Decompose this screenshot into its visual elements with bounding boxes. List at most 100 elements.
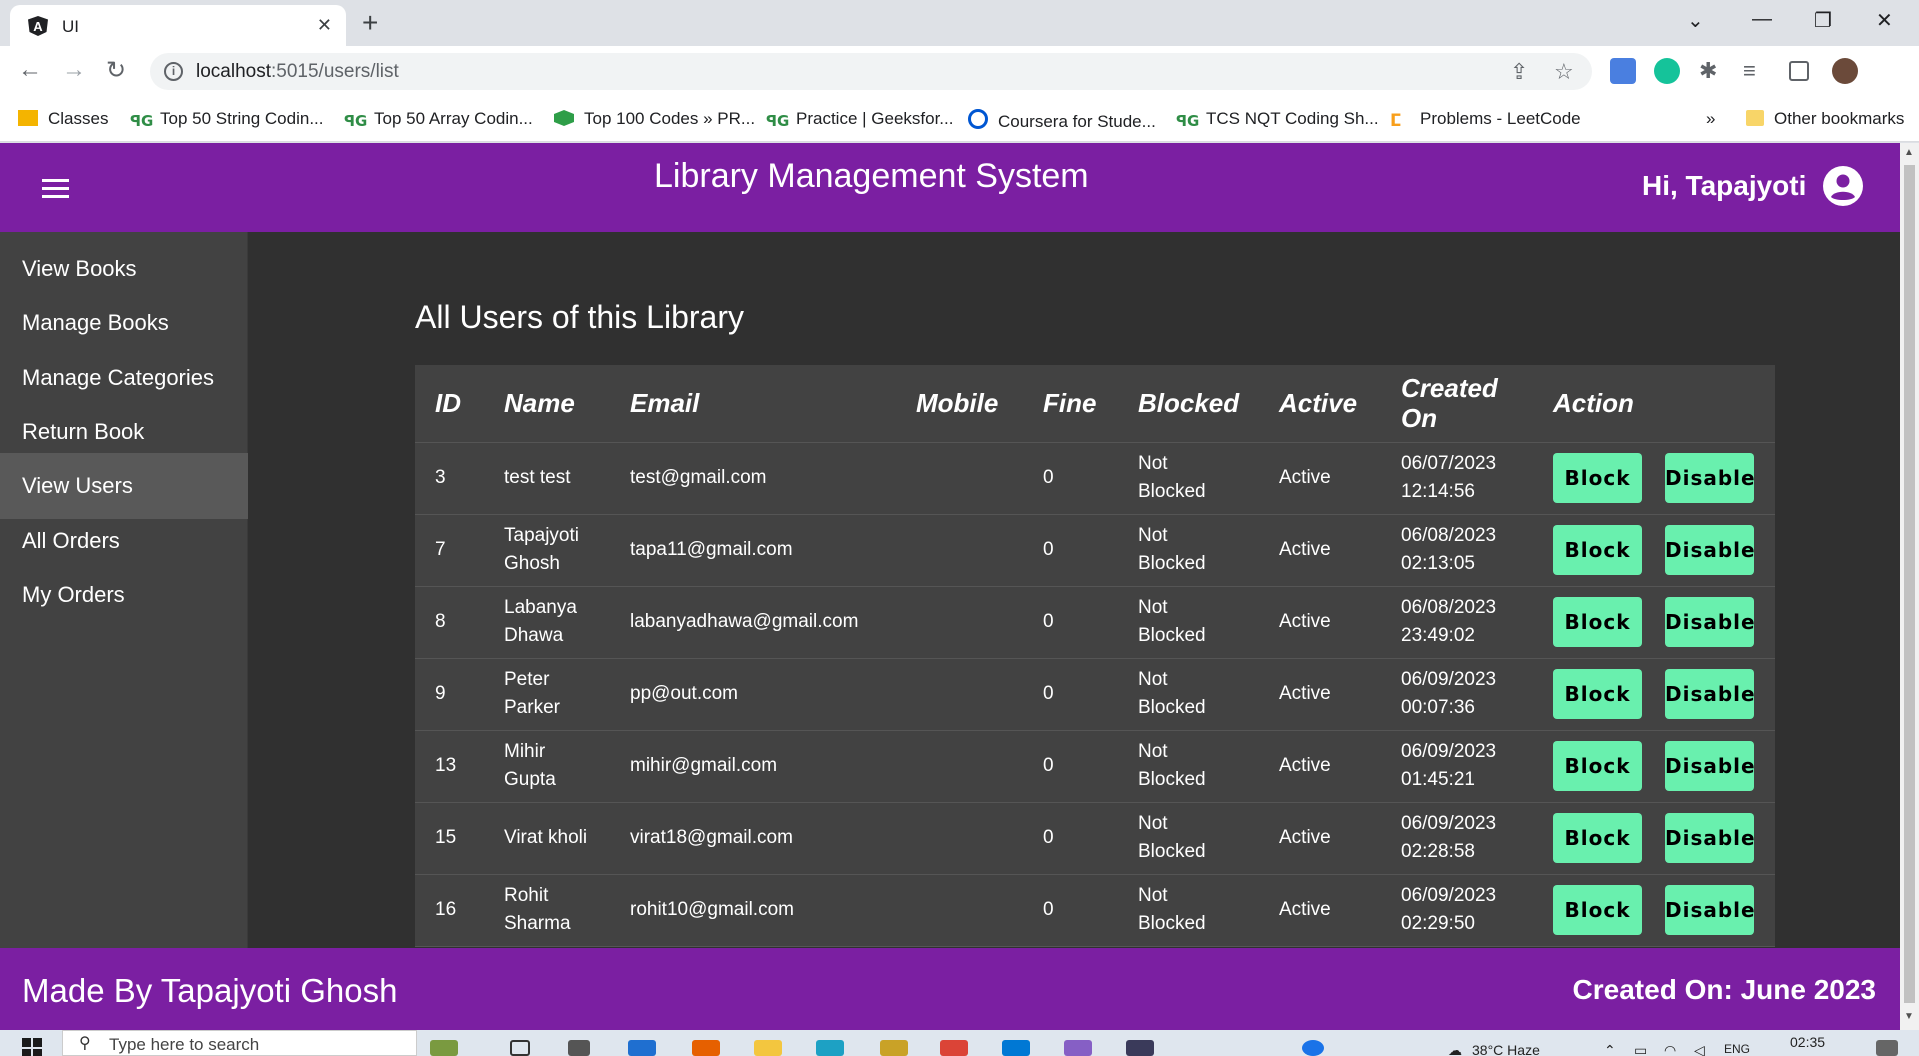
cell-fine: 0 — [1023, 730, 1118, 803]
more-bookmarks-icon[interactable]: » — [1706, 109, 1715, 129]
grammarly-icon[interactable] — [1654, 58, 1680, 84]
scrollbar-thumb[interactable] — [1904, 165, 1915, 1003]
hamburger-menu-icon[interactable] — [42, 179, 69, 198]
disable-user-button[interactable]: Disable — [1665, 669, 1755, 719]
browser-toolbar: ← → ↻ i localhost:5015/users/list ⇪ ☆ ✱ … — [0, 46, 1919, 96]
block-user-button[interactable]: Block — [1553, 741, 1642, 791]
vscode-icon[interactable] — [1002, 1040, 1030, 1056]
notifications-icon[interactable] — [1876, 1040, 1898, 1056]
chrome-icon[interactable] — [940, 1040, 968, 1056]
extensions-icon[interactable]: ✱ — [1699, 58, 1717, 84]
table-row: 3 test test test@gmail.com 0 Not Blocked Acti… — [415, 442, 1775, 515]
cell-mobile — [896, 802, 1023, 875]
taskbar-search-box[interactable]: ⚲ Type here to search — [62, 1030, 417, 1056]
disable-user-button[interactable]: Disable — [1665, 525, 1755, 575]
edge-icon[interactable] — [816, 1040, 844, 1056]
bookmark-item[interactable]: ꟼG Top 50 Array Codin... — [344, 109, 533, 130]
bookmark-item[interactable]: ⵎ Problems - LeetCode — [1390, 109, 1581, 130]
language-indicator[interactable]: ENG — [1724, 1042, 1750, 1056]
bookmark-item[interactable]: Coursera for Stude... — [968, 109, 1156, 132]
bookmark-item[interactable]: Top 100 Codes » PR... — [554, 109, 755, 129]
browser-tab[interactable]: A UI ✕ — [10, 5, 346, 46]
close-tab-icon[interactable]: ✕ — [317, 15, 332, 36]
cell-fine: 0 — [1023, 442, 1118, 515]
firefox-icon[interactable] — [692, 1040, 720, 1056]
cortana-icon[interactable] — [430, 1040, 458, 1056]
back-icon[interactable]: ← — [18, 56, 42, 84]
profile-avatar[interactable] — [1832, 58, 1858, 84]
windows-start-icon[interactable] — [22, 1038, 42, 1056]
side-panel-icon[interactable] — [1789, 61, 1809, 81]
close-window-icon[interactable]: ✕ — [1876, 8, 1893, 33]
cell-email: test@gmail.com — [610, 442, 896, 515]
file-explorer-icon[interactable] — [754, 1040, 782, 1056]
app-icon[interactable] — [880, 1040, 908, 1056]
cell-name: Labanya Dhawa — [484, 586, 610, 659]
taskbar-clock[interactable]: 02:35 — [1790, 1034, 1825, 1050]
disable-user-button[interactable]: Disable — [1665, 741, 1755, 791]
cell-email: rohit10@gmail.com — [610, 874, 896, 947]
task-view-icon[interactable] — [568, 1040, 590, 1056]
block-user-button[interactable]: Block — [1553, 669, 1642, 719]
page-scrollbar[interactable]: ▲ ▼ — [1900, 143, 1919, 1030]
tray-chevron-icon[interactable]: ⌃ — [1604, 1042, 1616, 1056]
weather-text[interactable]: 38°C Haze — [1472, 1042, 1540, 1056]
cell-blocked: Not Blocked — [1118, 874, 1259, 947]
block-user-button[interactable]: Block — [1553, 453, 1642, 503]
scroll-down-icon[interactable]: ▼ — [1904, 1011, 1914, 1022]
forward-icon[interactable]: → — [62, 56, 86, 84]
cell-blocked: Not Blocked — [1118, 658, 1259, 731]
disable-user-button[interactable]: Disable — [1665, 885, 1755, 935]
share-icon[interactable]: ⇪ — [1510, 59, 1528, 85]
terminal-icon[interactable] — [1126, 1040, 1154, 1056]
account-circle-icon[interactable] — [1823, 166, 1863, 206]
other-bookmarks[interactable]: Other bookmarks — [1746, 109, 1904, 129]
cell-fine: 0 — [1023, 874, 1118, 947]
cell-mobile — [896, 874, 1023, 947]
block-user-button[interactable]: Block — [1553, 813, 1642, 863]
block-user-button[interactable]: Block — [1553, 525, 1642, 575]
cell-mobile — [896, 442, 1023, 515]
disable-user-button[interactable]: Disable — [1665, 813, 1755, 863]
address-bar[interactable]: i localhost:5015/users/list ⇪ ☆ — [150, 53, 1592, 90]
reload-icon[interactable]: ↻ — [106, 56, 126, 85]
help-icon[interactable] — [1302, 1040, 1324, 1056]
cell-blocked: Not Blocked — [1118, 802, 1259, 875]
volume-icon[interactable]: ◁ — [1694, 1042, 1705, 1056]
battery-icon[interactable]: ▭ — [1634, 1042, 1647, 1056]
sidebar-item-my-orders[interactable]: My Orders — [0, 563, 248, 627]
tab-search-icon[interactable]: ⌄ — [1687, 8, 1704, 33]
bookmark-item[interactable]: Classes — [18, 109, 108, 129]
table-row: 9 Peter Parker pp@out.com 0 Not Blocked Activ… — [415, 658, 1775, 731]
user-greeting: Hi, Tapajyoti — [1642, 170, 1807, 201]
cell-email: mihir@gmail.com — [610, 730, 896, 803]
column-header-fine: Fine — [1023, 365, 1118, 443]
cell-mobile — [896, 586, 1023, 659]
bookmark-star-icon[interactable]: ☆ — [1554, 59, 1574, 85]
visual-studio-icon[interactable] — [1064, 1040, 1092, 1056]
column-header-email: Email — [610, 365, 896, 443]
cell-created-on: 06/08/2023 23:49:02 — [1381, 586, 1533, 659]
block-user-button[interactable]: Block — [1553, 597, 1642, 647]
new-tab-icon[interactable]: + — [362, 7, 378, 39]
bookmark-item[interactable]: ꟼG Top 50 String Codin... — [130, 109, 323, 130]
restore-icon[interactable]: ❐ — [1814, 8, 1832, 33]
disable-user-button[interactable]: Disable — [1665, 453, 1755, 503]
weather-icon[interactable]: ☁ — [1448, 1042, 1462, 1056]
wifi-icon[interactable]: ◠ — [1664, 1042, 1676, 1056]
column-header-active: Active — [1259, 365, 1381, 443]
minimize-icon[interactable]: — — [1752, 8, 1772, 31]
scroll-up-icon[interactable]: ▲ — [1904, 147, 1914, 158]
url-text[interactable]: localhost:5015/users/list — [196, 61, 399, 83]
media-queue-icon[interactable]: ≡ — [1743, 58, 1756, 84]
store-icon[interactable] — [628, 1040, 656, 1056]
search-icon[interactable] — [510, 1040, 530, 1056]
block-user-button[interactable]: Block — [1553, 885, 1642, 935]
disable-user-button[interactable]: Disable — [1665, 597, 1755, 647]
bookmark-item[interactable]: ꟼG Practice | Geeksfor... — [766, 109, 953, 130]
google-translate-icon[interactable] — [1610, 58, 1636, 84]
cell-active: Active — [1259, 658, 1381, 731]
bookmark-item[interactable]: ꟼG TCS NQT Coding Sh... — [1176, 109, 1379, 130]
gfg-icon: ꟼG — [766, 112, 790, 130]
site-info-icon[interactable]: i — [164, 62, 183, 81]
